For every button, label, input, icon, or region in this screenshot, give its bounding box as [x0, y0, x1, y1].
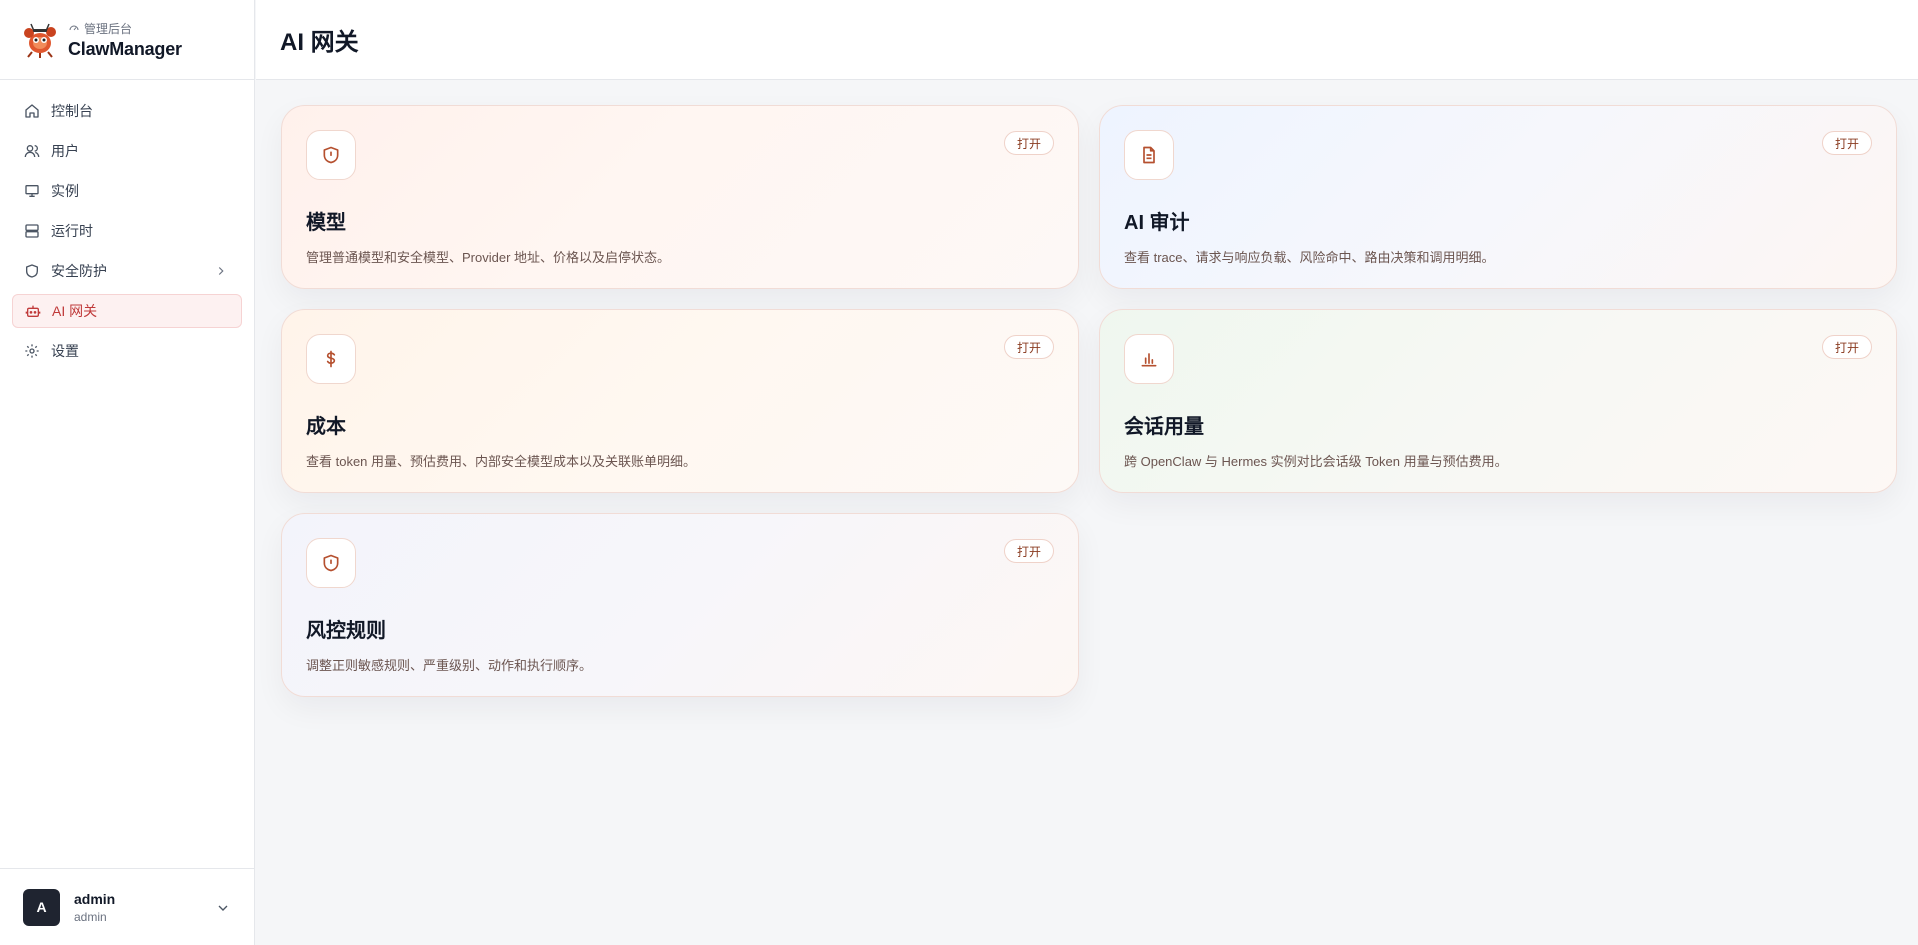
- sidebar-item-instances[interactable]: 实例: [12, 174, 242, 208]
- card-session-usage[interactable]: 打开 会话用量 跨 OpenClaw 与 Hermes 实例对比会话级 Toke…: [1099, 309, 1897, 493]
- card-title: 模型: [306, 212, 346, 234]
- open-button[interactable]: 打开: [1003, 335, 1054, 359]
- card-title: 会话用量: [1124, 416, 1204, 438]
- monitor-icon: [24, 183, 40, 199]
- sidebar: 管理后台 ClawManager 控制台 用户 实例 运行时 安全防护 AI 网…: [0, 0, 255, 945]
- open-button[interactable]: 打开: [1003, 131, 1054, 155]
- open-button[interactable]: 打开: [1003, 539, 1054, 563]
- chevron-down-icon[interactable]: [215, 900, 231, 916]
- avatar: A: [23, 888, 60, 926]
- gauge-icon: [69, 25, 79, 31]
- bar-chart-icon: [1124, 334, 1174, 384]
- card-ai-audit[interactable]: 打开 AI 审计 查看 trace、请求与响应负载、风险命中、路由决策和调用明细…: [1099, 105, 1897, 289]
- dollar-icon: [306, 334, 356, 384]
- card-description: 查看 trace、请求与响应负载、风险命中、路由决策和调用明细。: [1124, 250, 1495, 265]
- page-title: AI 网关: [280, 29, 359, 56]
- shield-alert-icon: [306, 130, 356, 180]
- shield-alert-icon: [306, 538, 356, 588]
- sidebar-item-label: 运行时: [51, 223, 93, 239]
- bot-icon: [25, 303, 41, 319]
- shield-icon: [24, 263, 40, 279]
- sidebar-item-security[interactable]: 安全防护: [12, 254, 242, 288]
- brand[interactable]: 管理后台 ClawManager: [0, 0, 254, 80]
- user-role: admin: [74, 909, 107, 924]
- sidebar-item-users[interactable]: 用户: [12, 134, 242, 168]
- sidebar-item-runtime[interactable]: 运行时: [12, 214, 242, 248]
- gear-icon: [24, 343, 40, 359]
- open-button[interactable]: 打开: [1821, 131, 1872, 155]
- sidebar-item-ai-gateway[interactable]: AI 网关: [12, 294, 242, 328]
- document-icon: [1124, 130, 1174, 180]
- user-menu[interactable]: A admin admin: [0, 868, 255, 945]
- sidebar-item-settings[interactable]: 设置: [12, 334, 242, 368]
- sidebar-item-label: AI 网关: [52, 303, 98, 319]
- lobster-logo-icon: [20, 21, 58, 59]
- card-description: 调整正则敏感规则、严重级别、动作和执行顺序。: [306, 658, 593, 673]
- card-cost[interactable]: 打开 成本 查看 token 用量、预估费用、内部安全模型成本以及关联账单明细。: [281, 309, 1079, 493]
- card-description: 管理普通模型和安全模型、Provider 地址、价格以及启停状态。: [306, 250, 671, 265]
- server-icon: [24, 223, 40, 239]
- card-title: 成本: [306, 416, 346, 438]
- brand-subtitle: 管理后台: [84, 21, 133, 36]
- card-models[interactable]: 打开 模型 管理普通模型和安全模型、Provider 地址、价格以及启停状态。: [281, 105, 1079, 289]
- sidebar-item-dashboard[interactable]: 控制台: [12, 94, 242, 128]
- page-header: AI 网关: [256, 0, 1918, 80]
- chevron-right-icon: [214, 264, 228, 278]
- sidebar-item-label: 用户: [51, 143, 79, 159]
- card-title: 风控规则: [306, 620, 386, 642]
- home-icon: [24, 103, 40, 119]
- sidebar-nav: 控制台 用户 实例 运行时 安全防护 AI 网关 设置: [0, 80, 254, 388]
- card-description: 跨 OpenClaw 与 Hermes 实例对比会话级 Token 用量与预估费…: [1124, 454, 1508, 469]
- card-title: AI 审计: [1124, 212, 1190, 234]
- card-description: 查看 token 用量、预估费用、内部安全模型成本以及关联账单明细。: [306, 454, 697, 469]
- open-button[interactable]: 打开: [1821, 335, 1872, 359]
- card-risk-rules[interactable]: 打开 风控规则 调整正则敏感规则、严重级别、动作和执行顺序。: [281, 513, 1079, 697]
- sidebar-item-label: 控制台: [51, 103, 93, 119]
- users-icon: [24, 143, 40, 159]
- user-name: admin: [74, 890, 116, 907]
- sidebar-item-label: 安全防护: [51, 263, 107, 279]
- brand-title: ClawManager: [68, 38, 182, 59]
- sidebar-item-label: 实例: [51, 183, 79, 199]
- sidebar-item-label: 设置: [51, 343, 79, 359]
